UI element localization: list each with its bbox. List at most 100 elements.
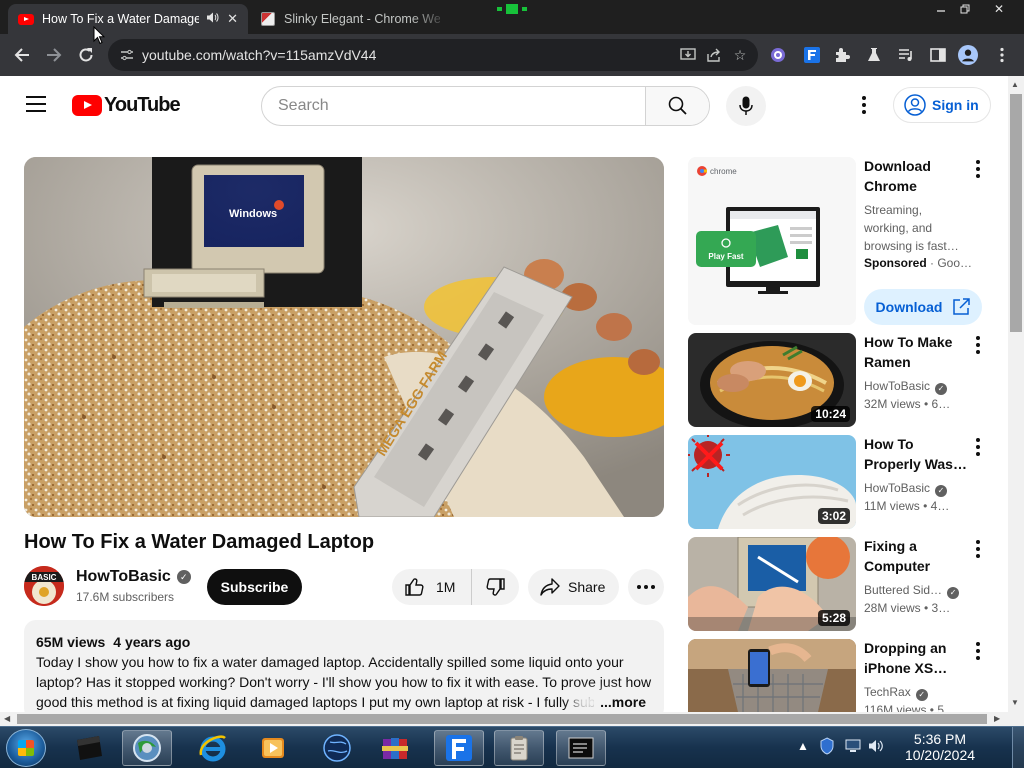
side-panel-icon[interactable] [928,45,948,65]
bookmark-star-icon[interactable]: ☆ [730,45,750,65]
speaker-icon[interactable] [207,12,219,26]
sidebar-channel[interactable]: HowToBasic ✓ [864,377,974,395]
vertical-scrollbar[interactable]: ▲ ▼ [1008,76,1024,712]
upload-age: 4 years ago [113,634,191,650]
media-queue-icon[interactable] [896,45,916,65]
video-menu-kebab-icon[interactable] [966,639,990,663]
install-app-icon[interactable] [678,45,698,65]
site-info-icon[interactable] [120,48,134,62]
close-window-icon[interactable]: ✕ [984,0,1014,18]
show-more-link[interactable]: ...more [594,692,646,712]
scroll-left-arrow-icon[interactable]: ◀ [4,714,10,723]
youtube-play-icon [72,94,102,116]
channel-text: HowToBasic [864,379,931,393]
sidebar-video-title[interactable]: Fixing a Computer [864,536,974,576]
share-page-icon[interactable] [704,45,724,65]
ad-thumbnail[interactable]: chrome Play Fast [688,157,856,325]
ad-desc-line-3: browsing is fast… [864,239,959,253]
taskbar-app-terminal[interactable] [64,730,114,766]
svg-text:Windows: Windows [229,208,277,220]
drag-indicator-icon [497,2,527,16]
search-input[interactable]: Search [278,97,329,115]
ad-title[interactable]: Download Chrome [864,156,974,196]
video-player[interactable]: MEGA EGG FARM Windows [24,157,664,517]
verified-check-icon: ✓ [935,383,948,395]
menu-hamburger-icon[interactable] [26,96,46,112]
forward-icon[interactable] [42,43,66,67]
channel-avatar[interactable]: BASIC [24,566,64,606]
video-thumbnail-dropping-iphone[interactable] [688,639,856,712]
taskbar-app-f-open[interactable] [434,730,484,766]
sidebar-channel[interactable]: HowToBasic ✓ [864,479,974,497]
taskbar-app-clipboard-open[interactable] [494,730,544,766]
taskbar-app-media-player[interactable] [248,730,298,766]
reload-icon[interactable] [74,43,98,67]
taskbar-app-winrar[interactable] [370,730,420,766]
video-menu-kebab-icon[interactable] [966,537,990,561]
subscribe-button[interactable]: Subscribe [207,569,302,605]
system-clock[interactable]: 5:36 PM 10/20/2024 [895,731,985,763]
taskbar-app-chrome-open[interactable] [122,730,172,766]
console-window-icon [568,737,594,759]
like-button[interactable]: 1M [392,569,472,605]
channel-name[interactable]: HowToBasic ✓ [76,568,191,586]
sign-in-button[interactable]: Sign in [893,87,991,123]
scroll-up-arrow-icon[interactable]: ▲ [1011,80,1019,89]
taskbar-app-globe[interactable] [312,730,362,766]
sidebar-video-title[interactable]: How To Properly Was… [864,434,974,474]
video-thumbnail-ramen[interactable]: 10:24 [688,333,856,427]
video-thumbnail-fixing-computer[interactable]: 5:28 [688,537,856,631]
search-box[interactable]: Search [261,86,710,126]
youtube-logo[interactable]: YouTube [72,94,181,116]
extensions-puzzle-icon[interactable] [832,45,852,65]
share-button[interactable]: Share [528,569,619,605]
voice-search-button[interactable] [726,86,766,126]
sidebar-channel[interactable]: Buttered Sid… ✓ [864,581,974,599]
verified-check-icon: ✓ [915,689,928,701]
sidebar-stats: 28M views • 3… [864,601,951,615]
download-label: Download [875,299,943,315]
video-thumbnail-wash-hands[interactable]: 3:02 [688,435,856,529]
back-icon[interactable] [10,43,34,67]
scroll-down-arrow-icon[interactable]: ▼ [1011,698,1019,707]
sidebar-video-title[interactable]: Dropping an iPhone XS… [864,638,974,678]
extension-f-icon[interactable] [802,45,822,65]
close-tab-icon[interactable]: ✕ [227,11,238,27]
taskbar-app-console-open[interactable] [556,730,606,766]
scroll-right-arrow-icon[interactable]: ▶ [994,714,1000,723]
ad-menu-kebab-icon[interactable] [966,157,990,181]
extension-circle-icon[interactable] [768,45,788,65]
tab-youtube[interactable]: How To Fix a Water Damage ✕ [8,4,248,34]
vertical-scroll-thumb[interactable] [1010,94,1022,332]
horizontal-scroll-thumb[interactable] [17,714,987,724]
sidebar-video-title[interactable]: How To Make Ramen [864,332,974,372]
dislike-button[interactable] [472,577,519,597]
lab-flask-icon[interactable] [864,45,884,65]
sidebar-channel[interactable]: TechRax ✓ [864,683,974,701]
description-box[interactable]: 65M views 4 years ago Today I show you ho… [24,620,664,720]
video-menu-kebab-icon[interactable] [966,333,990,357]
account-circle-icon [904,94,926,116]
more-actions-icon[interactable] [628,569,664,605]
show-hidden-icons-arrow-icon[interactable]: ▲ [797,739,809,753]
taskbar-app-internet-explorer[interactable] [188,730,238,766]
profile-avatar-icon[interactable] [958,45,978,65]
volume-icon[interactable] [868,739,884,756]
video-menu-kebab-icon[interactable] [966,435,990,459]
restore-window-icon[interactable] [950,0,980,18]
address-bar[interactable]: youtube.com/watch?v=115amzVdV44 ☆ [108,39,758,71]
channel-name-text: HowToBasic [76,568,171,585]
channel-avatar-image: BASIC [24,566,64,606]
ad-download-button[interactable]: Download [864,289,982,325]
chrome-menu-icon[interactable] [992,45,1012,65]
security-shield-icon[interactable] [820,737,834,758]
horizontal-scrollbar[interactable]: ◀ ▶ [0,712,1024,726]
search-button[interactable] [645,87,709,125]
tab-slinky[interactable]: Slinky Elegant - Chrome Wel [250,4,450,34]
settings-kebab-icon[interactable] [852,93,876,117]
desktop: How To Fix a Water Damage ✕ Slinky Elega… [0,0,1024,768]
network-icon[interactable] [845,739,861,756]
start-orb-icon[interactable] [6,729,46,767]
browser-globe-icon [133,734,161,762]
show-desktop-button[interactable] [1012,727,1024,768]
